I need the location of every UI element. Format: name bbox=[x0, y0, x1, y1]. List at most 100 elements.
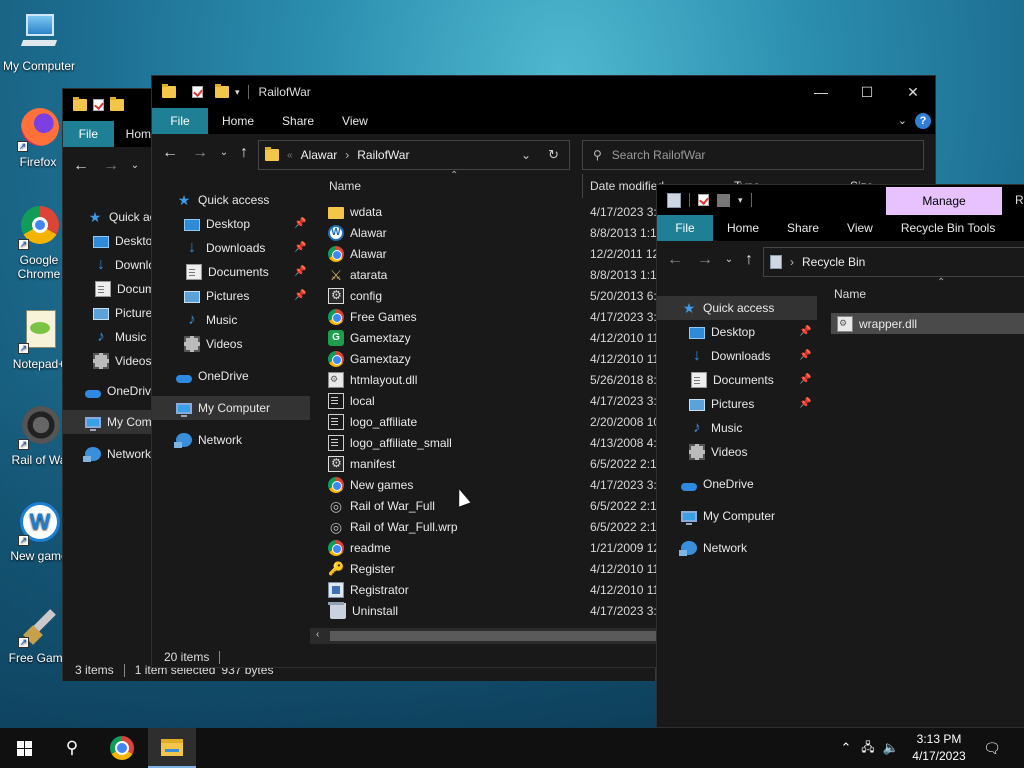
forward-arrow-icon[interactable]: → bbox=[190, 142, 210, 164]
search-input[interactable]: Search RailofWar bbox=[612, 148, 706, 162]
recycle-bin-window[interactable]: ▾ Manage Re File Home Share View Recycle… bbox=[656, 184, 1024, 728]
column-header-name[interactable]: Name bbox=[329, 179, 361, 193]
recycle-nav-my-computer[interactable]: My Computer bbox=[681, 504, 775, 528]
nav-network[interactable]: Network bbox=[174, 428, 242, 452]
up-arrow-icon[interactable]: ↑ bbox=[234, 142, 254, 164]
nav-videos[interactable]: Videos bbox=[184, 332, 242, 356]
start-button[interactable] bbox=[0, 728, 48, 768]
recent-locations-icon[interactable]: ⌄ bbox=[719, 249, 739, 271]
recycle-nav-desktop[interactable]: Desktop bbox=[689, 320, 755, 344]
recycle-nav-documents[interactable]: Documents bbox=[689, 368, 774, 392]
desktop-icon-my-computer[interactable]: My Computer bbox=[0, 10, 78, 73]
nav-onedrive[interactable]: OneDrive bbox=[176, 364, 249, 388]
breadcrumb-alawar[interactable]: Alawar bbox=[301, 148, 338, 162]
pin-icon[interactable]: 📌 bbox=[799, 350, 811, 361]
nav-documents[interactable]: Documents bbox=[184, 260, 269, 284]
tab-share[interactable]: Share bbox=[268, 108, 328, 134]
help-icon[interactable]: ? bbox=[915, 113, 931, 129]
pin-icon[interactable]: 📌 bbox=[294, 290, 306, 301]
nav-downloads[interactable]: ↓ Downloads bbox=[184, 236, 265, 260]
recycle-tab-file[interactable]: File bbox=[657, 215, 713, 241]
tab-home[interactable]: Home bbox=[208, 108, 268, 134]
recycle-nav-pictures[interactable]: Pictures bbox=[689, 392, 754, 416]
pin-icon[interactable]: 📌 bbox=[294, 266, 306, 277]
nav-pictures[interactable]: Pictures bbox=[184, 284, 249, 308]
back-nav-downloads[interactable]: ↓ Downlo bbox=[93, 253, 151, 277]
back-tab-home[interactable]: Hom bbox=[114, 121, 151, 147]
recycle-tab-tools[interactable]: Recycle Bin Tools bbox=[887, 215, 1010, 241]
back-nav-videos[interactable]: Videos bbox=[93, 349, 151, 373]
new-folder-icon[interactable] bbox=[215, 84, 229, 98]
back-nav-my-computer[interactable]: My Com bbox=[63, 410, 151, 434]
breadcrumb-recycle-bin[interactable]: Recycle Bin bbox=[802, 255, 865, 269]
back-nav-quick-access[interactable]: ★ Quick ac bbox=[87, 205, 151, 229]
breadcrumb-railofwar[interactable]: RailofWar bbox=[357, 148, 409, 162]
nav-music[interactable]: ♪ Music bbox=[184, 308, 237, 332]
back-nav-desktop[interactable]: Deskto bbox=[93, 229, 151, 253]
pin-icon[interactable]: 📌 bbox=[294, 242, 306, 253]
back-tab-file[interactable]: File bbox=[63, 121, 114, 147]
back-arrow-icon[interactable]: ← bbox=[665, 249, 685, 271]
scroll-left-icon[interactable]: ‹ bbox=[316, 629, 319, 640]
search-box[interactable]: ⚲ Search RailofWar bbox=[582, 140, 924, 170]
expand-ribbon-icon[interactable]: ⌄ bbox=[898, 114, 907, 127]
customize-toolbar-icon[interactable]: ▾ bbox=[235, 87, 240, 98]
recycle-column-header-name[interactable]: Name bbox=[834, 287, 866, 301]
back-arrow-icon[interactable]: ← bbox=[71, 155, 91, 177]
nav-desktop[interactable]: Desktop bbox=[184, 212, 250, 236]
pin-icon[interactable]: 📌 bbox=[799, 398, 811, 409]
recycle-nav-downloads[interactable]: ↓ Downloads bbox=[689, 344, 770, 368]
forward-arrow-icon[interactable]: → bbox=[695, 249, 715, 271]
recycle-titlebar[interactable]: ▾ Manage Re bbox=[657, 185, 1024, 215]
back-nav-documents[interactable]: Docum bbox=[93, 277, 151, 301]
tab-file[interactable]: File bbox=[152, 108, 208, 134]
back-nav-network[interactable]: Network bbox=[83, 442, 151, 466]
taskbar-chrome[interactable] bbox=[98, 728, 146, 768]
manage-context-tab[interactable]: Manage bbox=[886, 187, 1002, 215]
chevron-up-icon[interactable]: ⌃ bbox=[836, 740, 856, 756]
search-button[interactable]: ⚲ bbox=[48, 728, 96, 768]
network-status-icon[interactable]: 🖧 bbox=[856, 738, 880, 759]
volume-icon[interactable]: 🔈 bbox=[880, 740, 902, 756]
close-button[interactable]: ✕ bbox=[890, 76, 935, 108]
nav-quick-access[interactable]: ★ Quick access bbox=[176, 188, 270, 212]
chevron-down-icon[interactable]: ⌄ bbox=[125, 155, 145, 177]
recycle-address-bar[interactable]: › Recycle Bin bbox=[763, 247, 1024, 277]
notifications-icon[interactable]: 🗨 bbox=[980, 728, 1004, 768]
recycle-file-row[interactable]: wrapper.dll bbox=[831, 313, 1024, 334]
recycle-tab-home[interactable]: Home bbox=[713, 215, 773, 241]
pin-icon[interactable]: 📌 bbox=[294, 218, 306, 229]
recycle-nav-onedrive[interactable]: OneDrive bbox=[681, 472, 754, 496]
customize-toolbar-icon[interactable]: ▾ bbox=[738, 195, 743, 206]
chevron-down-icon[interactable]: ⌄ bbox=[521, 148, 531, 162]
properties-icon[interactable] bbox=[93, 99, 104, 111]
recycle-nav-videos[interactable]: Videos bbox=[689, 440, 747, 464]
recycle-nav-quick-access[interactable]: ★ Quick access bbox=[657, 296, 817, 320]
up-arrow-icon[interactable]: ↑ bbox=[739, 249, 759, 271]
forward-arrow-icon[interactable]: → bbox=[101, 155, 121, 177]
refresh-icon[interactable]: ↻ bbox=[548, 147, 559, 163]
recycle-nav-network[interactable]: Network bbox=[679, 536, 747, 560]
system-clock[interactable]: 3:13 PM 4/17/2023 bbox=[900, 731, 978, 765]
back-explorer-window[interactable]: File Hom ← → ⌄ ★ Quick ac Deskto ↓ Downlo Do… bbox=[62, 88, 152, 681]
recycle-nav-music[interactable]: ♪ Music bbox=[689, 416, 742, 440]
main-window-titlebar[interactable]: ▾ RailofWar — ☐ ✕ bbox=[152, 76, 935, 108]
restore-icon[interactable] bbox=[717, 193, 730, 207]
properties-icon[interactable] bbox=[698, 194, 709, 206]
tab-view[interactable]: View bbox=[328, 108, 382, 134]
back-arrow-icon[interactable]: ← bbox=[160, 142, 180, 164]
properties-icon[interactable] bbox=[192, 86, 203, 98]
new-folder-icon[interactable] bbox=[110, 97, 124, 111]
pin-icon[interactable]: 📌 bbox=[799, 374, 811, 385]
back-nav-music[interactable]: ♪ Music bbox=[93, 325, 146, 349]
recent-locations-icon[interactable]: ⌄ bbox=[214, 142, 234, 164]
column-header-date-modified[interactable]: Date modified bbox=[590, 179, 664, 193]
taskbar-file-explorer[interactable] bbox=[148, 728, 196, 768]
back-nav-pictures[interactable]: Picture bbox=[93, 301, 151, 325]
address-bar[interactable]: « Alawar › RailofWar ⌄ ↻ bbox=[258, 140, 570, 170]
recycle-tab-view[interactable]: View bbox=[833, 215, 887, 241]
pin-icon[interactable]: 📌 bbox=[799, 326, 811, 337]
recycle-tab-share[interactable]: Share bbox=[773, 215, 833, 241]
nav-my-computer[interactable]: My Computer bbox=[152, 396, 310, 420]
back-window-titlebar[interactable] bbox=[63, 89, 151, 121]
